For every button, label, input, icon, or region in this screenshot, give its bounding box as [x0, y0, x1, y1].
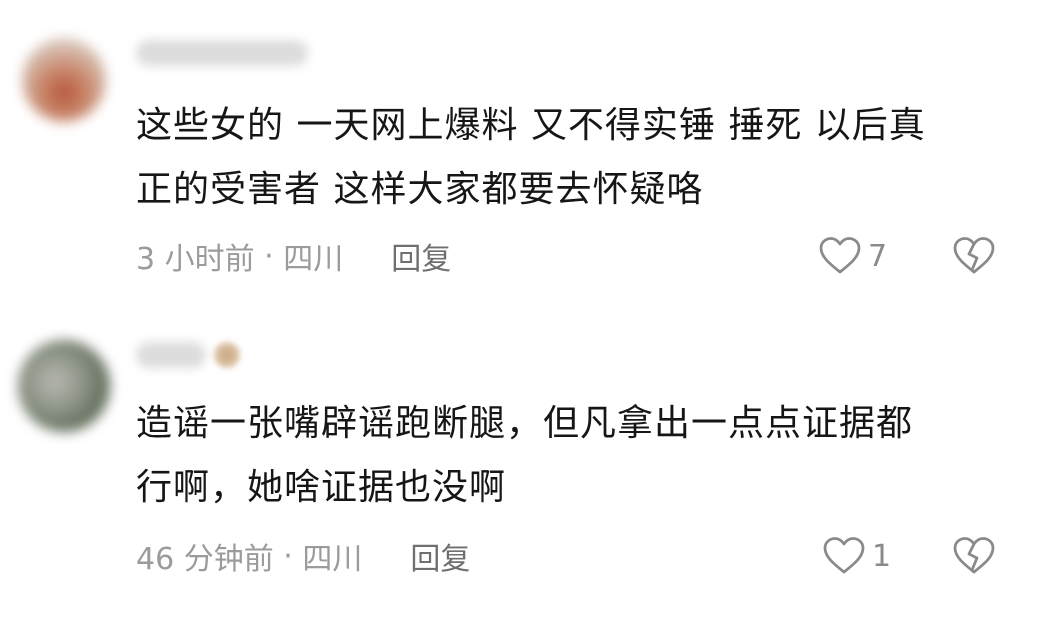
comment-text: 这些女的 一天网上爆料 又不得实锤 捶死 以后真 正的受害者 这样大家都要去怀疑… — [136, 94, 996, 222]
broken-heart-icon[interactable] — [952, 536, 996, 576]
broken-heart-icon[interactable] — [952, 236, 996, 276]
like-count: 7 — [868, 238, 888, 274]
avatar[interactable] — [18, 340, 110, 432]
comment-item: 造谣一张嘴辟谣跑断腿，但凡拿出一点点证据都 行啊，她啥证据也没啊 46 分钟前 … — [0, 310, 1043, 623]
location: 四川 — [283, 242, 344, 277]
like-button[interactable]: 1 — [822, 536, 891, 576]
reply-button[interactable]: 回复 — [391, 234, 451, 278]
comment-text-line: 行啊，她啥证据也没啊 — [136, 467, 507, 508]
reply-button[interactable]: 回复 — [410, 534, 470, 578]
comment-meta: 46 分钟前 · 四川 回复 — [136, 534, 470, 578]
username[interactable] — [136, 342, 206, 368]
timestamp: 3 小时前 — [136, 242, 255, 277]
meta-separator: · — [254, 238, 284, 274]
comment-text-line: 正的受害者 这样大家都要去怀疑咯 — [136, 169, 704, 210]
like-count: 1 — [872, 538, 892, 574]
username[interactable] — [136, 40, 308, 66]
meta-separator: · — [273, 538, 303, 574]
comment-text-line: 造谣一张嘴辟谣跑断腿，但凡拿出一点点证据都 — [136, 403, 914, 444]
comment-item: 这些女的 一天网上爆料 又不得实锤 捶死 以后真 正的受害者 这样大家都要去怀疑… — [0, 0, 1043, 310]
location: 四川 — [302, 542, 363, 577]
heart-outline-icon — [819, 237, 861, 274]
heart-outline-icon — [823, 537, 865, 574]
comment-text-line: 这些女的 一天网上爆料 又不得实锤 捶死 以后真 — [136, 105, 926, 146]
comment-meta: 3 小时前 · 四川 回复 — [136, 234, 451, 278]
comment-text: 造谣一张嘴辟谣跑断腿，但凡拿出一点点证据都 行啊，她啥证据也没啊 — [136, 392, 996, 520]
like-button[interactable]: 7 — [818, 236, 887, 276]
avatar[interactable] — [22, 38, 106, 122]
timestamp: 46 分钟前 — [136, 542, 274, 577]
user-badge-icon — [214, 342, 240, 368]
